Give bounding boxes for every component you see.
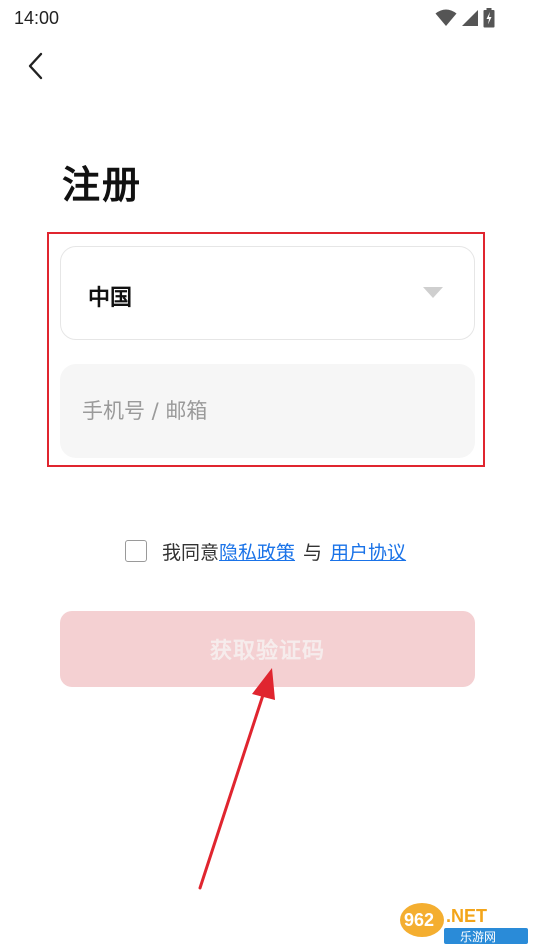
watermark-logo: 962 .NET 乐游网 (398, 898, 530, 946)
status-bar: 14:00 (0, 0, 535, 36)
caret-down-icon (423, 287, 443, 298)
status-time: 14:00 (14, 8, 60, 28)
country-select[interactable]: 中国 (60, 246, 475, 340)
cellular-signal-icon (461, 9, 479, 27)
agreement-checkbox[interactable] (125, 540, 147, 562)
agreement-prefix: 我同意 (162, 541, 220, 564)
agreement-and: 与 (303, 541, 323, 564)
country-value: 中国 (88, 286, 133, 311)
page-title: 注册 (62, 163, 143, 207)
battery-charging-icon (483, 8, 495, 28)
annotation-arrow (198, 668, 275, 890)
svg-text:.NET: .NET (446, 906, 487, 926)
agreement-row: 我同意 隐私政策 与 用户协议 (125, 538, 406, 564)
status-icons (435, 8, 495, 28)
get-code-button[interactable]: 获取验证码 (60, 611, 475, 687)
svg-text:乐游网: 乐游网 (460, 930, 496, 944)
svg-text:962: 962 (404, 910, 434, 930)
privacy-policy-link[interactable]: 隐私政策 (219, 538, 295, 565)
account-input[interactable] (82, 364, 452, 458)
user-agreement-link[interactable]: 用户协议 (330, 538, 406, 565)
back-button[interactable] (18, 50, 54, 86)
account-field (60, 364, 475, 458)
wifi-icon (435, 9, 457, 27)
chevron-left-icon (27, 52, 45, 84)
